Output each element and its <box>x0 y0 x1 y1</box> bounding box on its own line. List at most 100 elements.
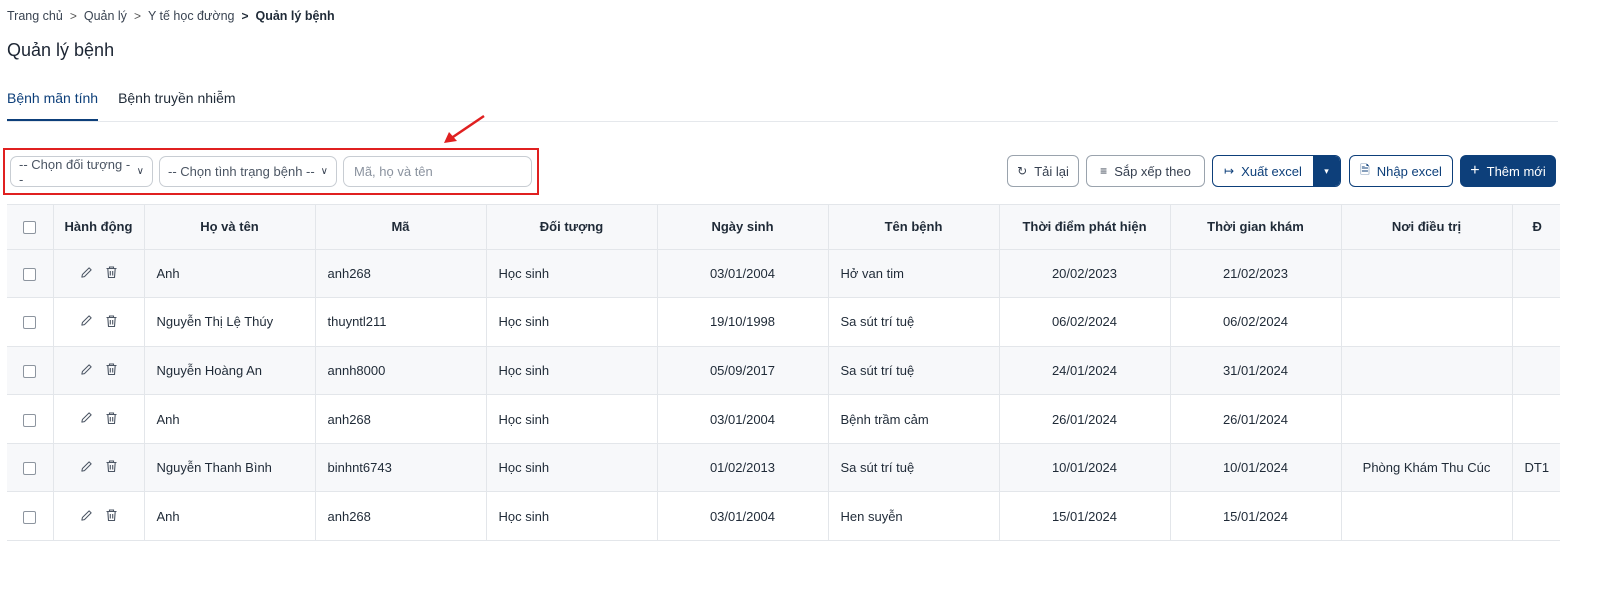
cell-thoi-diem-phat-hien: 15/01/2024 <box>999 491 1171 542</box>
cell-ten-benh: Sa sút trí tuệ <box>828 297 1000 347</box>
breadcrumb: Trang chủ > Quản lý > Y tế học đường > Q… <box>7 9 335 23</box>
column-header: Đ <box>1512 205 1560 250</box>
cell-ngay-sinh: 03/01/2004 <box>657 249 829 299</box>
row-checkbox-cell <box>7 443 54 493</box>
breadcrumb-home[interactable]: Trang chủ <box>7 9 63 23</box>
row-checkbox[interactable] <box>23 365 37 379</box>
page-title: Quản lý bệnh <box>7 40 115 60</box>
column-header: Thời điểm phát hiện <box>999 205 1171 250</box>
pencil-icon[interactable] <box>80 363 93 376</box>
breadcrumb-current: Quản lý bệnh <box>255 9 335 23</box>
trash-icon[interactable] <box>105 411 118 425</box>
sort-lines-icon: ≡ <box>1100 164 1108 178</box>
cell-thoi-diem-phat-hien: 24/01/2024 <box>999 346 1171 396</box>
row-checkbox[interactable] <box>23 316 37 330</box>
column-header: Mã <box>315 205 487 250</box>
chevron-down-icon: ∨ <box>136 166 144 177</box>
cell-ho-ten: Nguyễn Hoàng An <box>144 346 316 396</box>
pencil-icon[interactable] <box>80 314 93 327</box>
row-checkbox[interactable] <box>23 462 37 476</box>
cell-noi-dieu-tri <box>1341 346 1513 396</box>
trash-icon[interactable] <box>105 459 118 473</box>
breadcrumb-quan-ly[interactable]: Quản lý <box>84 9 127 23</box>
breadcrumb-separator: > <box>241 9 249 23</box>
red-arrow-icon <box>444 114 485 143</box>
cell-ma: anh268 <box>315 394 487 444</box>
trash-icon[interactable] <box>105 314 118 328</box>
cell-ten-benh: Hen suyễn <box>828 491 1000 542</box>
pencil-icon[interactable] <box>80 460 93 473</box>
cell-thoi-gian-kham: 31/01/2024 <box>1170 346 1342 396</box>
search-input[interactable] <box>343 156 532 187</box>
cell-noi-dieu-tri <box>1341 297 1513 347</box>
select-tinh-trang-benh[interactable]: -- Chọn tình trạng bệnh -- ∨ <box>159 156 337 187</box>
cell-ngay-sinh: 05/09/2017 <box>657 346 829 396</box>
chevron-down-icon: ∨ <box>320 166 328 177</box>
export-dropdown-caret[interactable]: ▾ <box>1313 156 1340 186</box>
pencil-icon[interactable] <box>80 509 93 522</box>
breadcrumb-separator: > <box>133 9 141 23</box>
cell-doi-tuong: Học sinh <box>486 297 658 347</box>
row-actions <box>53 346 145 396</box>
add-new-button[interactable]: + Thêm mới <box>1460 155 1556 187</box>
export-excel-main[interactable]: ↦ Xuất excel <box>1213 156 1313 186</box>
cell-thoi-gian-kham: 15/01/2024 <box>1170 491 1342 542</box>
cell-ma: binhnt6743 <box>315 443 487 493</box>
cell-extra <box>1512 394 1560 444</box>
pencil-icon[interactable] <box>80 266 93 279</box>
cell-ngay-sinh: 19/10/1998 <box>657 297 829 347</box>
select-all-checkbox[interactable] <box>23 221 37 235</box>
row-checkbox[interactable] <box>23 267 37 281</box>
cell-thoi-diem-phat-hien: 20/02/2023 <box>999 249 1171 299</box>
table-row[interactable]: Nguyễn Thanh Bình binhnt6743 Học sinh 01/02… <box>7 443 1560 493</box>
sort-label: Sắp xếp theo <box>1114 163 1191 179</box>
reload-button[interactable]: ↻ Tải lại <box>1007 155 1079 187</box>
tab-benh-man-tinh[interactable]: Bệnh mãn tính <box>7 90 99 121</box>
export-icon: ↦ <box>1224 164 1235 178</box>
table-row[interactable]: Nguyễn Thị Lệ Thúy thuyntl211 Học sinh 19/1… <box>7 297 1560 347</box>
add-label: Thêm mới <box>1486 163 1546 179</box>
row-actions <box>53 491 145 542</box>
import-label: Nhập excel <box>1376 163 1442 179</box>
column-header: Thời gian khám <box>1170 205 1342 250</box>
table-row[interactable]: Anh anh268 Học sinh 03/01/2004 Hen suyễn 15/0… <box>7 491 1560 542</box>
cell-ho-ten: Nguyễn Thị Lệ Thúy <box>144 297 316 347</box>
cell-noi-dieu-tri <box>1341 491 1513 542</box>
sort-button[interactable]: ≡ Sắp xếp theo <box>1086 155 1205 187</box>
cell-ma: thuyntl211 <box>315 297 487 347</box>
cell-noi-dieu-tri: Phòng Khám Thu Cúc <box>1341 443 1513 493</box>
cell-ho-ten: Anh <box>144 491 316 542</box>
tab-benh-truyen-nhiem[interactable]: Bệnh truyền nhiễm <box>118 90 236 121</box>
row-checkbox-cell <box>7 346 54 396</box>
cell-ho-ten: Anh <box>144 394 316 444</box>
cell-ngay-sinh: 03/01/2004 <box>657 394 829 444</box>
table-row[interactable]: Anh anh268 Học sinh 03/01/2004 Hở van tim 20/… <box>7 249 1560 299</box>
select-doi-tuong[interactable]: -- Chọn đối tượng -- ∨ <box>10 156 153 187</box>
pencil-icon[interactable] <box>80 411 93 424</box>
breadcrumb-separator: > <box>69 9 77 23</box>
trash-icon[interactable] <box>105 508 118 522</box>
table-row[interactable]: Anh anh268 Học sinh 03/01/2004 Bệnh trầm cảm… <box>7 394 1560 444</box>
cell-extra: DT1 <box>1512 443 1560 493</box>
cell-thoi-gian-kham: 10/01/2024 <box>1170 443 1342 493</box>
cell-extra <box>1512 249 1560 299</box>
cell-noi-dieu-tri <box>1341 394 1513 444</box>
import-excel-button[interactable]: 🗎 Nhập excel <box>1349 155 1453 187</box>
cell-thoi-gian-kham: 06/02/2024 <box>1170 297 1342 347</box>
column-header: Ngày sinh <box>657 205 829 250</box>
table-row[interactable]: Nguyễn Hoàng An annh8000 Học sinh 05/09/201… <box>7 346 1560 396</box>
row-checkbox[interactable] <box>23 413 37 427</box>
trash-icon[interactable] <box>105 265 118 279</box>
cell-doi-tuong: Học sinh <box>486 249 658 299</box>
export-label: Xuất excel <box>1241 163 1302 179</box>
plus-icon: + <box>1470 162 1480 179</box>
column-header: Hành động <box>53 205 145 250</box>
row-checkbox-cell <box>7 491 54 542</box>
cell-doi-tuong: Học sinh <box>486 394 658 444</box>
cell-thoi-gian-kham: 26/01/2024 <box>1170 394 1342 444</box>
breadcrumb-y-te-hoc-duong[interactable]: Y tế học đường <box>148 9 235 23</box>
cell-thoi-diem-phat-hien: 26/01/2024 <box>999 394 1171 444</box>
trash-icon[interactable] <box>105 362 118 376</box>
row-checkbox[interactable] <box>23 510 37 524</box>
export-excel-button[interactable]: ↦ Xuất excel ▾ <box>1212 155 1341 187</box>
